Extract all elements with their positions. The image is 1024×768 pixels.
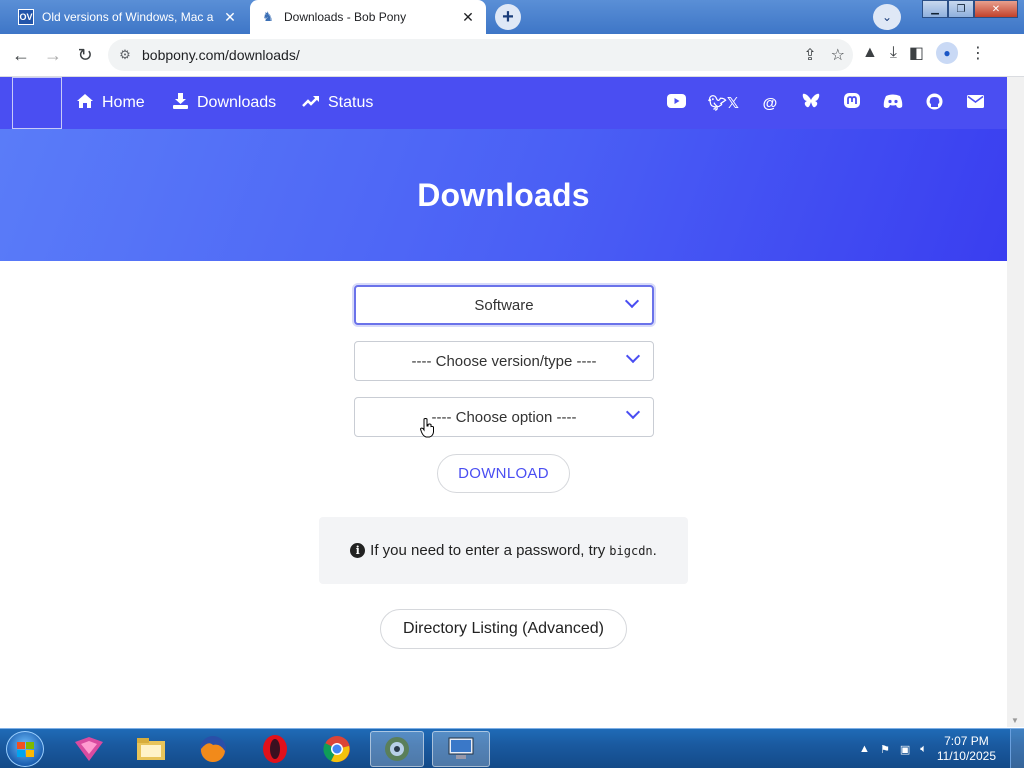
page-title: Downloads xyxy=(417,176,590,213)
nav-status[interactable]: Status xyxy=(302,77,373,129)
info-text: If you need to enter a password, try xyxy=(370,542,606,559)
info-icon: i xyxy=(350,543,366,558)
close-icon[interactable]: ✕ xyxy=(222,9,238,26)
site-logo[interactable] xyxy=(12,77,62,129)
close-icon[interactable]: ✕ xyxy=(460,9,476,26)
hand-cursor-icon xyxy=(420,418,434,438)
restore-button[interactable]: ❐ xyxy=(948,0,974,18)
nav-status-label: Status xyxy=(328,94,374,111)
nav-downloads-label: Downloads xyxy=(197,94,277,111)
chevron-down-icon xyxy=(626,296,638,308)
tab-search-button[interactable]: ⌄ xyxy=(873,4,901,30)
twitter-x-icon[interactable]: 🐦︎𝕏 xyxy=(708,94,739,112)
social-links: 🐦︎𝕏 @ xyxy=(667,77,985,129)
github-icon[interactable] xyxy=(924,93,944,114)
clock-time: 7:07 PM xyxy=(944,734,989,748)
forward-button[interactable]: → xyxy=(40,42,66,68)
version-select-value: ---- Choose version/type ---- xyxy=(411,352,597,370)
network-icon[interactable]: ▣ xyxy=(900,743,910,756)
ov-favicon-icon: OV xyxy=(18,9,34,25)
web-page: Home Downloads Status 🐦︎𝕏 @ Downloads So… xyxy=(0,77,1007,727)
address-bar[interactable]: ⚙ bobpony.com/downloads/ ⇪ ☆ xyxy=(108,39,853,71)
share-icon[interactable]: ⇪ xyxy=(803,45,816,65)
windows-logo-icon xyxy=(17,742,35,758)
site-info-icon[interactable]: ⚙ xyxy=(108,47,142,63)
tab-title: Downloads - Bob Pony xyxy=(284,10,407,24)
labs-icon[interactable]: ▲ xyxy=(862,44,878,62)
bookmark-star-icon[interactable]: ☆ xyxy=(831,45,845,65)
tray-expand-icon[interactable]: ▲ xyxy=(859,743,870,755)
hero-banner: Downloads xyxy=(0,129,1007,261)
page-scrollbar[interactable]: ▼ xyxy=(1007,77,1024,727)
version-select[interactable]: ---- Choose version/type ---- xyxy=(354,341,654,381)
software-select-value: Software xyxy=(474,296,534,314)
site-navbar: Home Downloads Status 🐦︎𝕏 @ xyxy=(0,77,1007,129)
software-select[interactable]: Software xyxy=(354,285,654,325)
nav-downloads[interactable]: Downloads xyxy=(172,77,276,129)
reload-button[interactable]: ↻ xyxy=(72,42,98,68)
password-info-box: i If you need to enter a password, try b… xyxy=(319,517,688,584)
threads-icon[interactable]: @ xyxy=(760,95,780,112)
browser-toolbar: ← → ↻ ⚙ bobpony.com/downloads/ ⇪ ☆ ▲ ⤓ ◧… xyxy=(0,34,1024,77)
taskbar-firefox-icon[interactable] xyxy=(186,731,240,767)
taskbar-chrome-icon[interactable] xyxy=(310,731,364,767)
bluesky-icon[interactable] xyxy=(801,93,821,113)
chevron-down-icon xyxy=(627,351,639,363)
show-desktop-button[interactable] xyxy=(1010,729,1024,768)
taskbar-explorer-icon[interactable] xyxy=(124,731,178,767)
tab-strip: OV Old versions of Windows, Mac a ✕ ♞ Do… xyxy=(0,0,1024,34)
directory-listing-button[interactable]: Directory Listing (Advanced) xyxy=(380,609,627,649)
url-text[interactable]: bobpony.com/downloads/ xyxy=(142,47,300,63)
window-controls: ▁ ❐ ✕ xyxy=(922,0,1018,18)
side-panel-icon[interactable]: ◧ xyxy=(909,43,924,63)
taskbar-remote-desktop-icon[interactable] xyxy=(432,731,490,767)
minimize-button[interactable]: ▁ xyxy=(922,0,948,18)
home-icon xyxy=(76,93,94,114)
clock-date: 11/10/2025 xyxy=(936,749,996,763)
discord-icon[interactable] xyxy=(883,94,903,113)
taskbar-active-app-icon[interactable] xyxy=(370,731,424,767)
nav-home-label: Home xyxy=(102,94,145,111)
taskbar: ▲ ⚑ ▣ 🔈︎ 7:07 PM 11/10/2025 xyxy=(0,728,1024,768)
back-button[interactable]: ← xyxy=(8,42,34,68)
new-tab-button[interactable]: + xyxy=(495,4,521,30)
scroll-down-icon[interactable]: ▼ xyxy=(1011,716,1019,725)
system-clock[interactable]: 7:07 PM 11/10/2025 xyxy=(937,734,996,764)
mastodon-icon[interactable] xyxy=(842,92,862,114)
tab-downloads[interactable]: ♞ Downloads - Bob Pony ✕ xyxy=(250,0,486,34)
profile-avatar[interactable]: ● xyxy=(936,42,959,64)
taskbar-opera-icon[interactable] xyxy=(248,731,302,767)
download-button[interactable]: DOWNLOAD xyxy=(437,454,570,493)
password-code: bigcdn xyxy=(609,543,653,558)
tab-old-versions[interactable]: OV Old versions of Windows, Mac a ✕ xyxy=(8,0,248,34)
chevron-down-icon xyxy=(627,407,639,419)
start-button[interactable] xyxy=(6,731,44,767)
pony-icon: ♞ xyxy=(262,9,274,24)
nav-home[interactable]: Home xyxy=(76,77,145,129)
download-icon xyxy=(172,92,189,114)
download-icon[interactable]: ⤓ xyxy=(890,44,897,62)
system-tray: ▲ ⚑ ▣ 🔈︎ 7:07 PM 11/10/2025 xyxy=(859,729,996,768)
info-suffix: . xyxy=(652,542,657,559)
youtube-icon[interactable] xyxy=(667,94,687,112)
taskbar-app-fox-icon[interactable] xyxy=(62,731,116,767)
email-icon[interactable] xyxy=(965,94,985,112)
close-window-button[interactable]: ✕ xyxy=(974,0,1018,18)
option-select[interactable]: ---- Choose option ---- xyxy=(354,397,654,437)
tab-title: Old versions of Windows, Mac a xyxy=(42,10,214,24)
menu-icon[interactable]: ⋮ xyxy=(970,43,986,63)
trend-up-icon xyxy=(302,93,320,113)
action-center-flag-icon[interactable]: ⚑ xyxy=(880,743,890,756)
option-select-value: ---- Choose option ---- xyxy=(431,408,577,426)
volume-muted-icon[interactable]: 🔈︎ xyxy=(920,743,927,756)
